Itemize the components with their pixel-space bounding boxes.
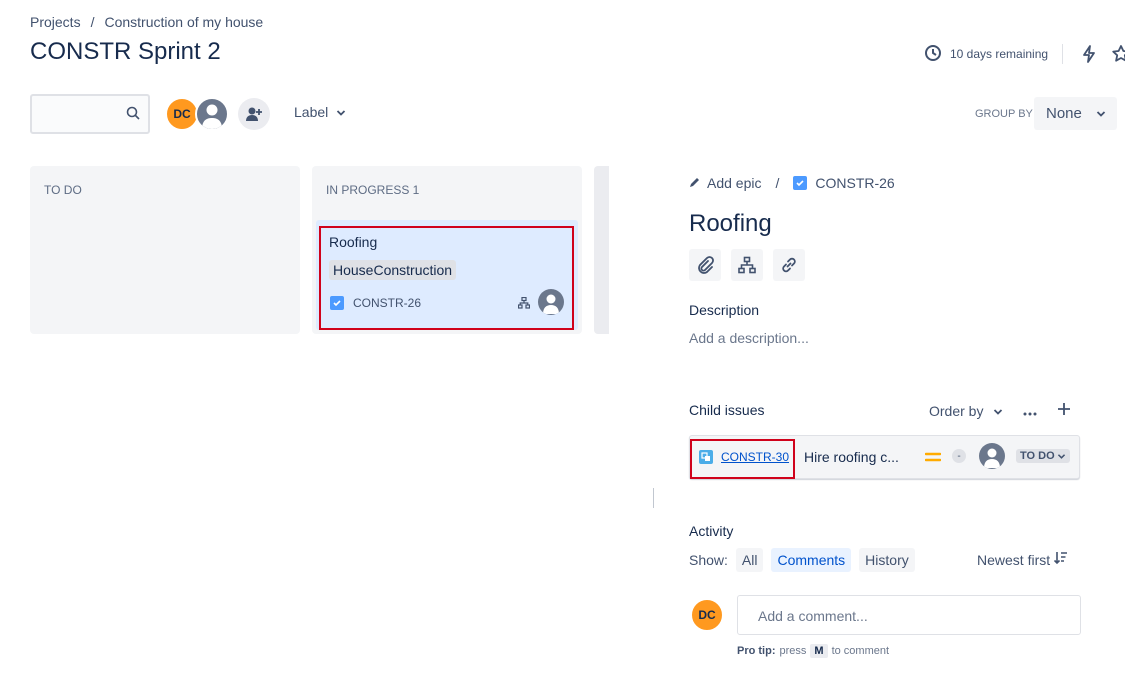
child-issues-toolbar: Order by (929, 402, 1071, 419)
search-box (30, 94, 150, 134)
show-label: Show: (689, 552, 728, 568)
breadcrumb-projects[interactable]: Projects (30, 14, 81, 30)
activity-heading: Activity (689, 523, 734, 539)
filter-history[interactable]: History (859, 548, 915, 572)
breadcrumb-project[interactable]: Construction of my house (104, 14, 263, 30)
chevron-down-icon[interactable] (993, 403, 1003, 419)
issue-key-link[interactable]: CONSTR-26 (815, 175, 894, 191)
pro-tip-label: Pro tip: (737, 645, 776, 657)
breadcrumb-separator: / (90, 14, 95, 30)
person-icon (984, 448, 1000, 468)
pro-tip: Pro tip: press M to comment (737, 644, 889, 658)
column-title: TO DO (44, 183, 82, 197)
chevron-down-icon (1057, 453, 1065, 459)
add-people-button[interactable] (238, 98, 270, 130)
page-title: CONSTR Sprint 2 (30, 38, 221, 65)
sort-label: Newest first (977, 551, 1051, 568)
epic-breadcrumb: Add epic / CONSTR-26 (689, 175, 895, 191)
column-title: IN PROGRESS 1 (326, 183, 420, 197)
person-icon (202, 104, 222, 129)
meta-divider (1062, 44, 1064, 64)
add-child-issue-button[interactable] (731, 249, 763, 281)
child-issues-heading: Child issues (689, 402, 765, 418)
chevron-down-icon (1096, 105, 1106, 122)
activity-filter-row: Show: All Comments History (689, 548, 915, 572)
child-assignee-avatar[interactable] (979, 443, 1005, 469)
chevron-down-icon (336, 104, 346, 120)
column-todo: TO DO (30, 166, 300, 334)
paperclip-icon (698, 256, 714, 274)
lightning-icon[interactable] (1077, 42, 1101, 66)
avatar-dc[interactable]: DC (165, 97, 199, 131)
group-by-label: GROUP BY (975, 108, 1033, 120)
description-heading: Description (689, 302, 760, 318)
avatar-unassigned[interactable] (195, 97, 229, 131)
panel-resize-handle[interactable] (653, 488, 654, 508)
star-icon[interactable] (1109, 42, 1125, 66)
sort-button[interactable]: Newest first (977, 551, 1068, 568)
more-options-icon[interactable] (1023, 403, 1037, 419)
hierarchy-icon (738, 256, 756, 274)
group-by-value: None (1046, 105, 1082, 122)
estimate-badge: - (952, 449, 966, 463)
description-field[interactable]: Add a description... (689, 330, 809, 346)
card-highlight-box (319, 226, 574, 330)
breadcrumb: Projects / Construction of my house (30, 14, 263, 30)
filter-comments[interactable]: Comments (771, 548, 852, 572)
search-input[interactable] (32, 96, 120, 132)
group-by-select[interactable]: None (1034, 97, 1117, 130)
add-child-icon[interactable] (1057, 402, 1071, 419)
attach-button[interactable] (689, 249, 721, 281)
commenter-avatar: DC (690, 598, 724, 632)
sort-descending-icon (1054, 551, 1068, 568)
label-filter-button[interactable]: Label (294, 104, 346, 120)
pro-tip-suffix: to comment (831, 645, 890, 657)
filter-all[interactable]: All (735, 548, 764, 572)
order-by-button[interactable]: Order by (929, 403, 983, 419)
child-status-dropdown[interactable]: TO DO (1016, 449, 1070, 463)
column-partial (594, 166, 609, 334)
epic-separator: / (775, 175, 780, 191)
link-icon (782, 257, 796, 273)
sprint-meta: 10 days remaining (924, 42, 1125, 66)
priority-medium-icon (924, 450, 942, 467)
add-epic-link[interactable]: Add epic (707, 175, 761, 191)
clock-icon (924, 44, 942, 65)
comment-input[interactable]: Add a comment... (737, 595, 1081, 635)
child-issue-summary[interactable]: Hire roofing c... (804, 449, 899, 465)
pencil-icon (689, 175, 701, 191)
issue-action-row (689, 249, 805, 281)
issue-title[interactable]: Roofing (689, 210, 772, 238)
story-checkbox-icon (793, 176, 808, 190)
pro-tip-press: press (779, 645, 807, 657)
days-remaining: 10 days remaining (950, 47, 1049, 61)
pro-tip-key: M (810, 644, 828, 658)
child-status-text: TO DO (1020, 450, 1055, 462)
label-filter-text: Label (294, 104, 329, 120)
search-icon[interactable] (126, 106, 140, 123)
add-person-icon (246, 107, 262, 121)
link-issue-button[interactable] (773, 249, 805, 281)
child-highlight-box (690, 439, 795, 479)
